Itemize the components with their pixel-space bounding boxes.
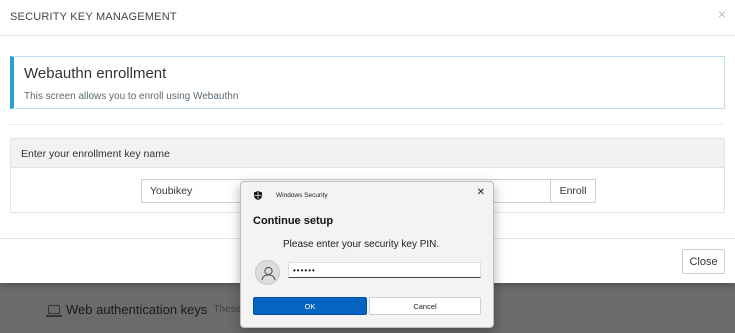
alert-text: This screen allows you to enroll using W… xyxy=(24,91,239,102)
web-auth-keys-section: Web authentication keys These are xyxy=(46,302,258,317)
ok-button[interactable]: OK xyxy=(253,297,367,315)
shield-icon xyxy=(254,191,262,200)
section-title: Web authentication keys xyxy=(66,302,208,317)
dialog-heading: Continue setup xyxy=(253,215,334,227)
user-icon xyxy=(255,260,280,285)
panel-heading-text: Enter your enrollment key name xyxy=(21,148,170,160)
panel-heading: Enter your enrollment key name xyxy=(11,139,724,168)
divider xyxy=(10,124,725,125)
close-button[interactable]: Close xyxy=(682,249,725,274)
dialog-message: Please enter your security key PIN. xyxy=(283,239,440,250)
laptop-icon xyxy=(46,305,62,317)
person-icon xyxy=(261,266,276,281)
dialog-app-name: Windows Security xyxy=(276,192,328,199)
cancel-button[interactable]: Cancel xyxy=(369,297,481,315)
close-icon[interactable]: ✕ xyxy=(477,187,485,198)
enroll-button[interactable]: Enroll xyxy=(550,179,596,203)
info-alert: Webauthn enrollment This screen allows y… xyxy=(10,56,725,109)
dialog-titlebar: Windows Security ✕ xyxy=(241,182,493,208)
modal-header: SECURITY KEY MANAGEMENT × xyxy=(0,0,735,36)
alert-heading: Webauthn enrollment xyxy=(24,65,167,82)
pin-input[interactable] xyxy=(288,262,481,278)
modal-title: SECURITY KEY MANAGEMENT xyxy=(10,11,177,23)
windows-security-dialog: Windows Security ✕ Continue setup Please… xyxy=(240,181,494,328)
close-icon[interactable]: × xyxy=(718,6,726,22)
